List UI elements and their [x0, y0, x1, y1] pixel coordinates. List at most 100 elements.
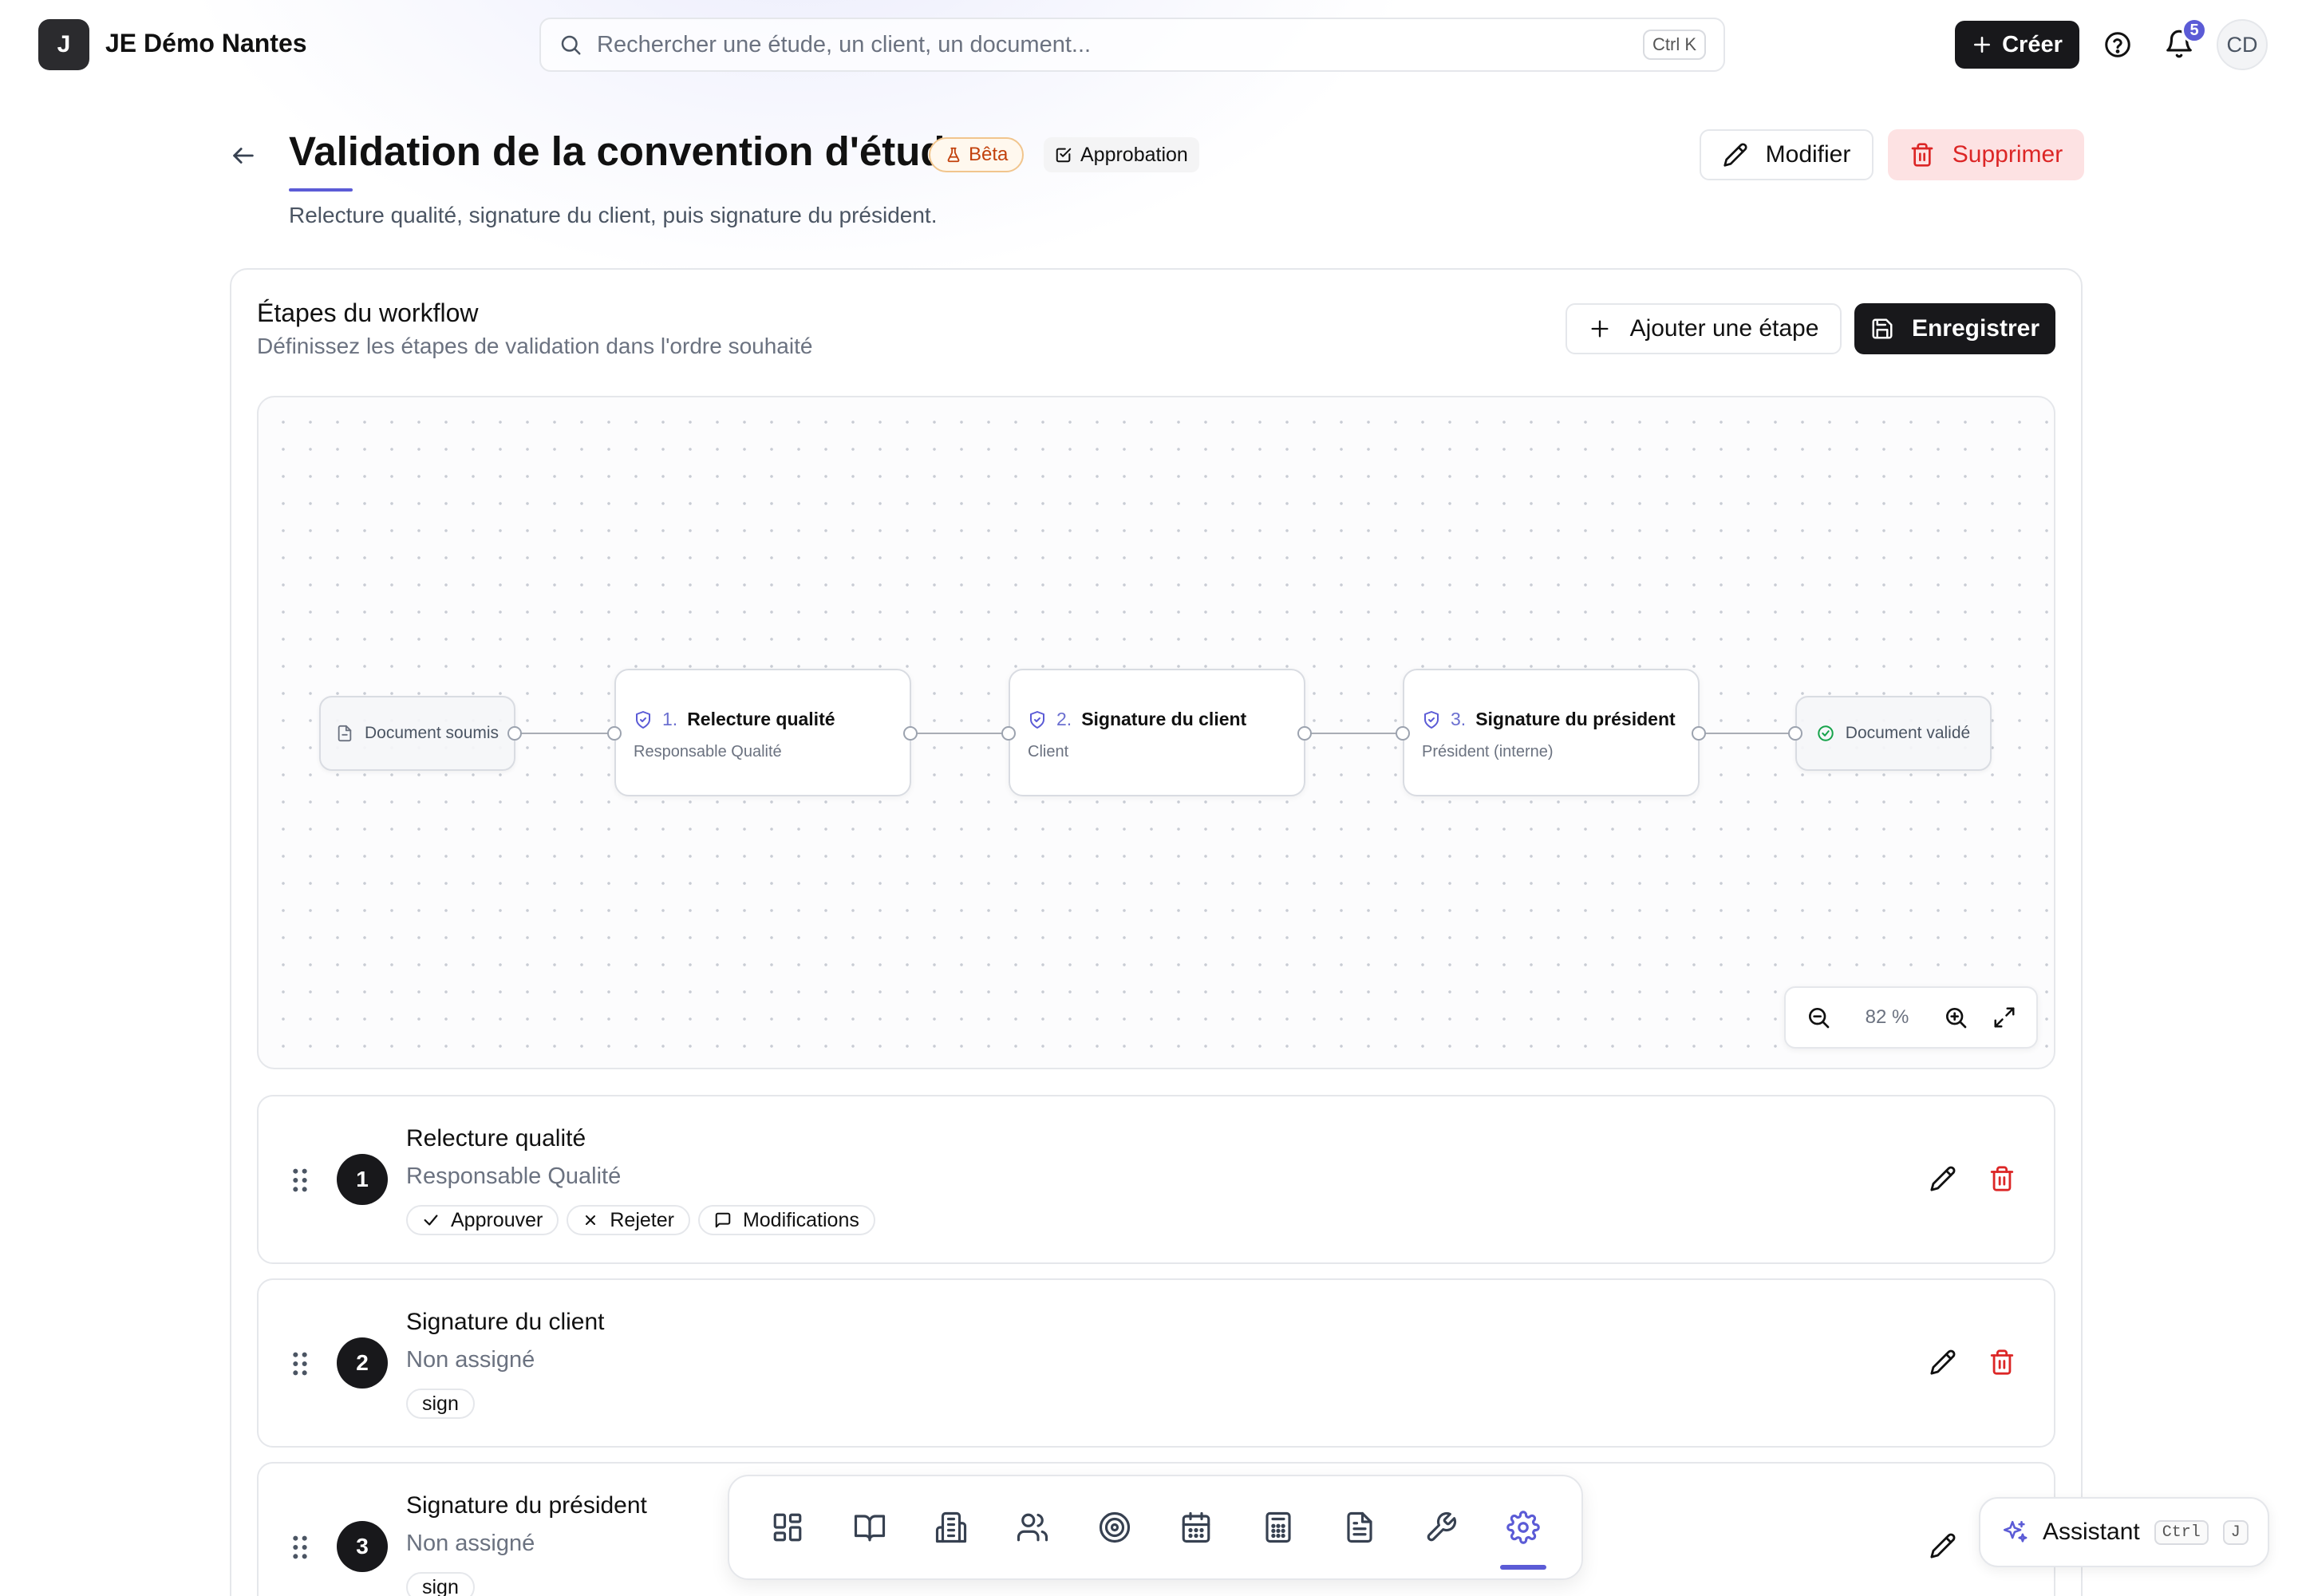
step-name: Signature du client: [406, 1309, 605, 1335]
edit-label: Modifier: [1765, 141, 1851, 168]
node-handle[interactable]: [903, 726, 918, 741]
assistant-button[interactable]: Assistant Ctrl J: [1979, 1497, 2269, 1567]
book-icon[interactable]: [837, 1495, 902, 1560]
zoom-controls: 82 %: [1784, 986, 2038, 1049]
beta-badge: Bêta: [929, 137, 1025, 172]
save-icon: [1870, 317, 1894, 341]
plus-icon: [1972, 34, 1992, 55]
add-step-label: Ajouter une étape: [1629, 315, 1819, 342]
type-badge: Approbation: [1044, 137, 1199, 172]
plus-icon: [1589, 318, 1611, 340]
node-handle[interactable]: [1788, 726, 1802, 741]
building-icon[interactable]: [918, 1495, 984, 1560]
title-underline: [289, 188, 353, 192]
node-handle[interactable]: [1297, 726, 1312, 741]
users-icon[interactable]: [1000, 1495, 1065, 1560]
chip-label: Approuver: [451, 1208, 543, 1231]
edit-step-icon[interactable]: [1929, 1349, 1956, 1376]
calendar-icon[interactable]: [1163, 1495, 1229, 1560]
node-number: 2.: [1056, 709, 1072, 729]
comment-icon: [714, 1211, 732, 1229]
save-button[interactable]: Enregistrer: [1854, 303, 2055, 354]
shield-check-icon: [634, 710, 653, 729]
node-handle[interactable]: [1692, 726, 1706, 741]
drag-handle-icon[interactable]: [290, 1350, 310, 1377]
edge-3-end: [1701, 733, 1794, 734]
node-name: Signature du président: [1475, 709, 1676, 729]
calculator-icon[interactable]: [1246, 1495, 1311, 1560]
chip-label: sign: [422, 1392, 459, 1415]
assistant-key-j: J: [2222, 1519, 2249, 1545]
chip-sign: sign: [406, 1572, 475, 1596]
chip-reject: Rejeter: [567, 1205, 690, 1235]
global-search[interactable]: Ctrl K: [539, 18, 1725, 72]
zoom-out-icon[interactable]: [1806, 1005, 1831, 1030]
delete-label: Supprimer: [1952, 141, 2063, 168]
node-step-1[interactable]: 1. Relecture qualité Responsable Qualité: [614, 669, 911, 796]
save-label: Enregistrer: [1911, 315, 2040, 342]
node-handle[interactable]: [1001, 726, 1016, 741]
delete-step-icon[interactable]: [1988, 1165, 2016, 1192]
app-logo[interactable]: J: [38, 19, 89, 70]
step-name: Relecture qualité: [406, 1125, 586, 1152]
beta-label: Bêta: [969, 144, 1009, 165]
app-name[interactable]: JE Démo Nantes: [105, 29, 307, 58]
user-avatar[interactable]: CD: [2217, 19, 2268, 70]
node-name: Signature du client: [1081, 709, 1247, 729]
edit-step-icon[interactable]: [1929, 1165, 1956, 1192]
node-handle[interactable]: [507, 726, 522, 741]
check-icon: [422, 1211, 440, 1229]
node-handle[interactable]: [1396, 726, 1410, 741]
target-icon[interactable]: [1082, 1495, 1147, 1560]
search-icon: [559, 33, 582, 57]
document-icon[interactable]: [1327, 1495, 1392, 1560]
help-icon[interactable]: [2103, 30, 2132, 59]
trash-icon: [1909, 142, 1935, 168]
bottom-dock: [728, 1475, 1583, 1580]
check-square-icon: [1055, 146, 1072, 164]
node-role: Président (interne): [1422, 743, 1554, 760]
search-input[interactable]: [597, 31, 1643, 58]
shield-check-icon: [1028, 710, 1047, 729]
drag-handle-icon[interactable]: [290, 1534, 310, 1561]
notification-badge: 5: [2182, 18, 2207, 43]
logo-letter: J: [57, 31, 71, 57]
chip-label: Modifications: [742, 1208, 859, 1231]
step-name: Signature du président: [406, 1492, 647, 1519]
wrench-icon[interactable]: [1408, 1495, 1474, 1560]
node-step-2[interactable]: 2. Signature du client Client: [1009, 669, 1305, 796]
zoom-in-icon[interactable]: [1943, 1005, 1968, 1030]
step-actions: sign: [406, 1389, 475, 1419]
x-icon: [582, 1212, 598, 1228]
search-shortcut: Ctrl K: [1643, 30, 1706, 60]
node-start[interactable]: Document soumis: [319, 696, 515, 771]
node-step-3[interactable]: 3. Signature du président Président (inte…: [1403, 669, 1700, 796]
create-button[interactable]: Créer: [1955, 21, 2079, 69]
chip-label: sign: [422, 1575, 459, 1596]
edit-button[interactable]: Modifier: [1700, 129, 1874, 180]
check-circle-icon: [1817, 725, 1834, 742]
drag-handle-icon[interactable]: [290, 1167, 310, 1194]
start-label: Document soumis: [364, 724, 499, 742]
dashboard-icon[interactable]: [755, 1495, 820, 1560]
step-role: Non assigné: [406, 1531, 535, 1556]
edge-2-3: [1307, 733, 1400, 734]
delete-button[interactable]: Supprimer: [1888, 129, 2084, 180]
step-actions: Approuver Rejeter Modifications: [406, 1205, 875, 1235]
step-role: Non assigné: [406, 1347, 535, 1373]
node-handle[interactable]: [607, 726, 622, 741]
page-title: Validation de la convention d'étude: [289, 128, 968, 174]
node-end[interactable]: Document validé: [1795, 696, 1992, 771]
edit-step-icon[interactable]: [1929, 1532, 1956, 1559]
delete-step-icon[interactable]: [1988, 1349, 2016, 1376]
edge-start-1: [520, 733, 611, 734]
add-step-button[interactable]: Ajouter une étape: [1566, 303, 1842, 354]
step-actions: sign: [406, 1572, 475, 1596]
type-label: Approbation: [1080, 143, 1188, 166]
assistant-label: Assistant: [2043, 1519, 2140, 1545]
expand-icon[interactable]: [1992, 1005, 2016, 1029]
back-arrow-icon[interactable]: [230, 142, 257, 169]
settings-icon[interactable]: [1491, 1495, 1556, 1560]
chip-label: Rejeter: [610, 1208, 674, 1231]
pencil-icon: [1723, 142, 1748, 168]
